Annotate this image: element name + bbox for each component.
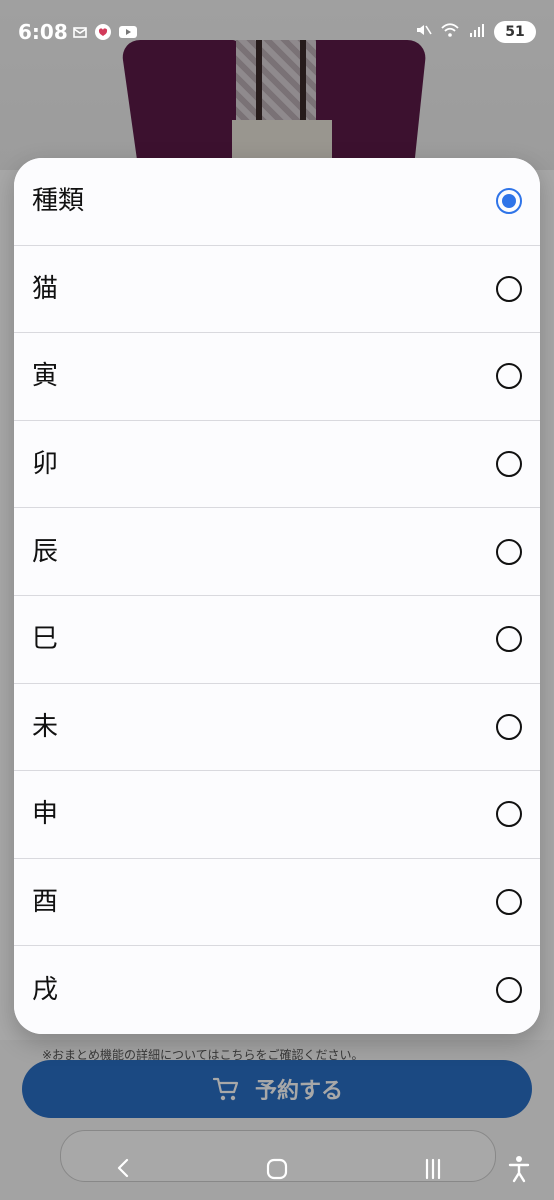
radio-unselected-icon[interactable] — [496, 538, 522, 565]
battery-indicator: 51 — [494, 21, 536, 43]
heart-app-icon — [94, 23, 112, 45]
radio-unselected-icon[interactable] — [496, 977, 522, 1004]
option-row[interactable]: 申 — [14, 771, 540, 859]
option-row[interactable]: 酉 — [14, 858, 540, 947]
option-label: 猫 — [32, 273, 59, 304]
signal-icon — [468, 21, 486, 43]
option-label: 辰 — [32, 536, 59, 567]
option-row[interactable]: 寅 — [14, 333, 540, 421]
status-right-icons: 51 — [414, 21, 536, 43]
option-label: 未 — [32, 711, 59, 742]
status-bar: 6:08 51 — [0, 0, 554, 64]
option-label: 申 — [32, 799, 59, 830]
mail-icon — [72, 24, 88, 44]
radio-unselected-icon[interactable] — [496, 801, 522, 828]
radio-unselected-icon[interactable] — [496, 275, 522, 302]
option-label: 戌 — [32, 975, 59, 1006]
mute-icon — [414, 21, 432, 43]
option-row[interactable]: 巳 — [14, 595, 540, 684]
radio-selected-icon[interactable] — [496, 188, 522, 215]
home-icon[interactable] — [264, 1156, 290, 1186]
status-time: 6:08 — [18, 20, 68, 44]
option-label: 種類 — [32, 186, 85, 217]
type-select-modal: 種類猫寅卯辰巳未申酉戌 — [14, 158, 540, 1034]
option-row[interactable]: 猫 — [14, 245, 540, 334]
back-icon[interactable] — [112, 1156, 136, 1184]
youtube-icon — [118, 24, 138, 44]
recents-icon[interactable] — [420, 1156, 446, 1186]
option-row[interactable]: 辰 — [14, 508, 540, 596]
radio-unselected-icon[interactable] — [496, 626, 522, 653]
option-row[interactable]: 卯 — [14, 420, 540, 509]
status-left-icons — [72, 23, 138, 45]
radio-unselected-icon[interactable] — [496, 713, 522, 740]
option-row[interactable]: 未 — [14, 683, 540, 772]
option-label: 寅 — [32, 361, 59, 392]
option-label: 酉 — [32, 887, 59, 918]
radio-unselected-icon[interactable] — [496, 363, 522, 390]
accessibility-icon[interactable] — [506, 1154, 532, 1188]
wifi-icon — [440, 21, 460, 43]
navigation-bar — [0, 1138, 554, 1200]
option-label: 巳 — [32, 624, 59, 655]
option-label: 卯 — [32, 449, 59, 480]
option-row[interactable]: 種類 — [14, 158, 540, 246]
option-row[interactable]: 戌 — [14, 946, 540, 1034]
radio-unselected-icon[interactable] — [496, 889, 522, 916]
radio-unselected-icon[interactable] — [496, 451, 522, 478]
